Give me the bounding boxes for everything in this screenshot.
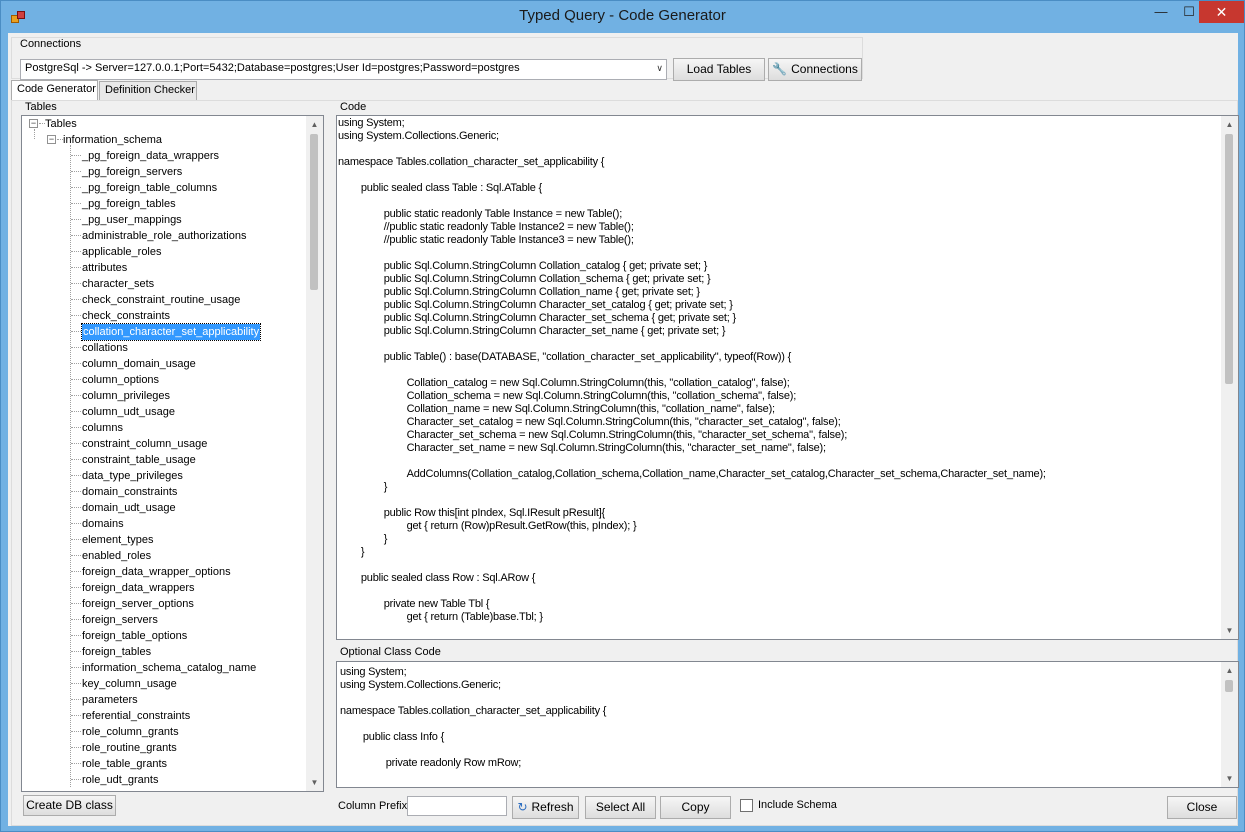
tree-item[interactable]: column_udt_usage — [82, 404, 175, 420]
tree-item[interactable]: role_table_grants — [82, 756, 167, 772]
scroll-up-icon[interactable]: ▲ — [1221, 116, 1238, 133]
tree-item[interactable]: _pg_foreign_data_wrappers — [82, 148, 219, 164]
tree-item[interactable]: columns — [82, 420, 123, 436]
connection-select[interactable]: PostgreSql -> Server=127.0.0.1;Port=5432… — [20, 59, 667, 80]
window-title: Typed Query - Code Generator — [519, 7, 726, 24]
tree-item[interactable]: _pg_foreign_table_columns — [82, 180, 217, 196]
tree-item[interactable]: enabled_roles — [82, 548, 151, 564]
tree-item[interactable]: check_constraint_routine_usage — [82, 292, 240, 308]
tree-item[interactable]: foreign_data_wrappers — [82, 580, 195, 596]
code-generator-page: Tables − Tables − information_schema _pg… — [11, 100, 1239, 826]
scroll-up-icon[interactable]: ▲ — [306, 116, 323, 133]
tree-item[interactable]: check_constraints — [82, 308, 170, 324]
minimize-button[interactable]: — — [1147, 1, 1175, 23]
tree-root-tables[interactable]: Tables — [45, 116, 77, 132]
load-tables-button[interactable]: Load Tables — [673, 58, 765, 81]
tree-item[interactable]: domain_udt_usage — [82, 500, 176, 516]
tree-item[interactable]: _pg_foreign_tables — [82, 196, 176, 212]
chevron-down-icon[interactable]: ∨ — [656, 63, 663, 74]
connections-group-label: Connections — [18, 38, 84, 50]
collapse-icon[interactable]: − — [29, 119, 38, 128]
tree-item[interactable]: applicable_roles — [82, 244, 162, 260]
connection-select-value: PostgreSql -> Server=127.0.0.1;Port=5432… — [25, 62, 520, 74]
tree-item[interactable]: constraint_table_usage — [82, 452, 196, 468]
tree-item[interactable]: element_types — [82, 532, 154, 548]
tree-item[interactable]: attributes — [82, 260, 127, 276]
select-all-button[interactable]: Select All — [585, 796, 656, 819]
scroll-down-icon[interactable]: ▼ — [306, 774, 323, 791]
tree-item[interactable]: administrable_role_authorizations — [82, 228, 246, 244]
tree-item[interactable]: role_routine_grants — [82, 740, 177, 756]
close-window-button[interactable]: ✕ — [1199, 1, 1244, 23]
scroll-thumb[interactable] — [1225, 680, 1233, 692]
tree-node-information-schema[interactable]: information_schema — [63, 132, 162, 148]
load-tables-label: Load Tables — [686, 62, 752, 76]
connections-group: Connections PostgreSql -> Server=127.0.0… — [11, 37, 863, 81]
tree-item[interactable]: role_udt_grants — [82, 772, 158, 788]
tab-code-generator[interactable]: Code Generator — [11, 80, 98, 101]
scroll-thumb[interactable] — [1225, 134, 1233, 384]
column-prefix-label: Column Prefix — [338, 800, 408, 812]
tree-item[interactable]: domains — [82, 516, 124, 532]
tree-item[interactable]: character_sets — [82, 276, 154, 292]
close-label: Close — [1186, 800, 1218, 814]
tree-item[interactable]: collations — [82, 340, 128, 356]
tree-item[interactable]: foreign_data_wrapper_options — [82, 564, 231, 580]
scroll-up-icon[interactable]: ▲ — [1221, 662, 1238, 679]
tree-item[interactable]: referential_constraints — [82, 708, 190, 724]
scroll-down-icon[interactable]: ▼ — [1221, 622, 1238, 639]
collapse-icon[interactable]: − — [47, 135, 56, 144]
create-db-class-button[interactable]: Create DB class — [23, 795, 116, 816]
tree-item[interactable]: domain_constraints — [82, 484, 177, 500]
tree-item[interactable]: column_privileges — [82, 388, 170, 404]
column-prefix-input[interactable] — [407, 796, 507, 816]
tree-item[interactable]: information_schema_catalog_name — [82, 660, 256, 676]
code-text: using System; using System.Collections.G… — [338, 117, 1046, 623]
connections-button-label: Connections — [791, 62, 858, 76]
select-all-label: Select All — [595, 800, 646, 814]
tables-tree[interactable]: − Tables − information_schema _pg_foreig… — [21, 115, 324, 792]
refresh-button[interactable]: ↻ Refresh — [512, 796, 579, 819]
refresh-icon: ↻ — [517, 800, 528, 814]
wrench-icon: 🔧 — [772, 62, 788, 76]
tree-content: − Tables − information_schema _pg_foreig… — [22, 116, 308, 791]
tree-item[interactable]: foreign_servers — [82, 612, 158, 628]
scroll-down-icon[interactable]: ▼ — [1221, 770, 1238, 787]
tree-item[interactable]: constraint_column_usage — [82, 436, 207, 452]
optional-code-scrollbar[interactable]: ▲ ▼ — [1221, 662, 1238, 787]
tree-item[interactable]: foreign_tables — [82, 644, 151, 660]
optional-code-text: using System; using System.Collections.G… — [340, 666, 607, 769]
main-window: Typed Query - Code Generator — ☐ ✕ Conne… — [0, 0, 1245, 832]
tree-item[interactable]: _pg_foreign_servers — [82, 164, 182, 180]
tree-item[interactable]: column_options — [82, 372, 159, 388]
tables-group-label: Tables — [23, 101, 59, 113]
tree-item[interactable]: role_column_grants — [82, 724, 179, 740]
optional-code-textbox[interactable]: using System; using System.Collections.G… — [336, 661, 1239, 788]
client-area: Connections PostgreSql -> Server=127.0.0… — [8, 33, 1239, 826]
code-textbox[interactable]: using System; using System.Collections.G… — [336, 115, 1239, 640]
refresh-label: Refresh — [531, 800, 574, 814]
include-schema-checkbox[interactable] — [740, 799, 753, 812]
tree-item[interactable]: collation_character_set_applicability — [80, 323, 262, 341]
scroll-thumb[interactable] — [310, 134, 318, 290]
tree-item[interactable]: data_type_privileges — [82, 468, 183, 484]
tree-item[interactable]: column_domain_usage — [82, 356, 196, 372]
tree-item[interactable]: foreign_server_options — [82, 596, 194, 612]
title-bar[interactable]: Typed Query - Code Generator — ☐ ✕ — [1, 1, 1244, 33]
tree-item[interactable]: key_column_usage — [82, 676, 177, 692]
code-group-label: Code — [338, 101, 369, 113]
tree-item[interactable]: foreign_table_options — [82, 628, 187, 644]
connections-button[interactable]: 🔧 Connections — [768, 58, 862, 81]
copy-button[interactable]: Copy — [660, 796, 731, 819]
create-db-class-label: Create DB class — [26, 798, 113, 812]
copy-label: Copy — [681, 800, 710, 814]
code-scrollbar[interactable]: ▲ ▼ — [1221, 116, 1238, 639]
close-button[interactable]: Close — [1167, 796, 1237, 819]
tab-definition-checker[interactable]: Definition Checker — [99, 81, 197, 101]
tree-item[interactable]: parameters — [82, 692, 138, 708]
tree-item[interactable]: _pg_user_mappings — [82, 212, 182, 228]
tree-scrollbar[interactable]: ▲ ▼ — [306, 116, 323, 791]
optional-code-group-label: Optional Class Code — [338, 646, 443, 658]
include-schema-label: Include Schema — [758, 799, 837, 811]
